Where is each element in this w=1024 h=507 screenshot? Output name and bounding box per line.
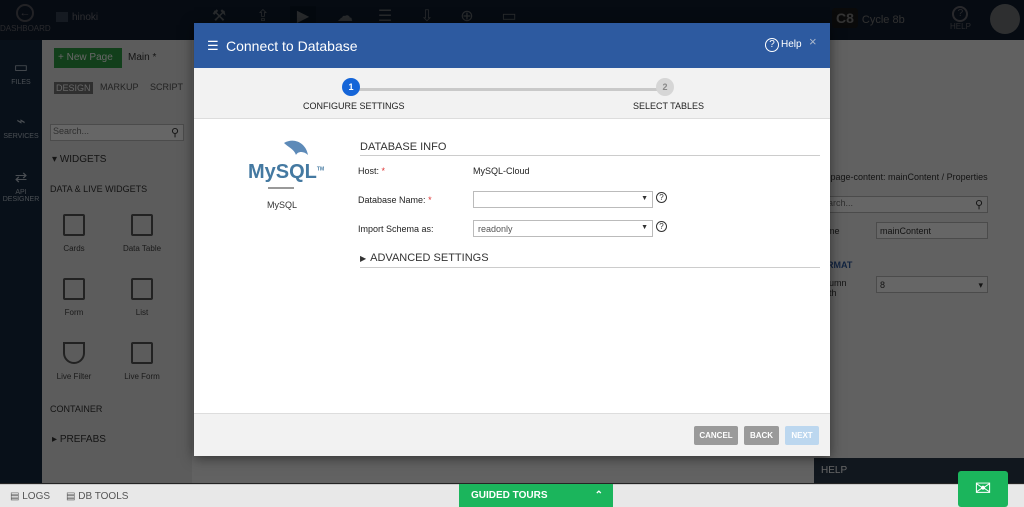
- search-icon: ⚲: [974, 199, 983, 211]
- guided-tours-button[interactable]: GUIDED TOURS ⌃: [459, 484, 613, 507]
- section-data-live: DATA & LIVE WIDGETS: [50, 184, 148, 194]
- db-tools-button[interactable]: ▤ DB TOOLS: [66, 491, 128, 502]
- host-value: MySQL-Cloud: [473, 166, 530, 176]
- mysql-logo-text: MySQL: [248, 161, 317, 183]
- database-name-help-icon[interactable]: ?: [656, 192, 667, 203]
- api-icon: ⇄: [14, 169, 28, 186]
- chevron-up-icon: ⌃: [594, 490, 603, 501]
- folder-icon: ▭: [13, 59, 29, 76]
- tab-design[interactable]: DESIGN: [54, 82, 93, 94]
- connect-database-modal: ☰ Connect to Database ? Help × 1 2 CONFIG…: [194, 23, 830, 456]
- mail-icon: ✉: [974, 478, 992, 500]
- import-schema-select[interactable]: readonly ▼: [473, 220, 653, 237]
- widget-data-table[interactable]: Data Table: [112, 214, 172, 253]
- list-icon: [131, 278, 153, 300]
- help-link[interactable]: ? Help: [765, 38, 802, 52]
- prefabs-header[interactable]: ▸ PREFABS: [52, 434, 106, 445]
- modal-header: ☰ Connect to Database ? Help ×: [194, 23, 830, 68]
- cancel-button[interactable]: CANCEL: [694, 426, 738, 445]
- chevron-down-icon: ▼: [641, 195, 648, 202]
- page-tab-main[interactable]: Main *: [128, 52, 156, 63]
- caret-right-icon: ▶: [360, 254, 367, 263]
- database-name-label: Database Name: *: [358, 195, 432, 205]
- widgets-header[interactable]: ▾ WIDGETS: [52, 154, 106, 165]
- database-icon: ☰: [207, 38, 219, 53]
- tab-script[interactable]: SCRIPT: [150, 82, 183, 92]
- widget-live-filter[interactable]: Live Filter: [44, 342, 104, 381]
- search-icon: ⚲: [170, 127, 179, 139]
- nav-services[interactable]: ⌁ SERVICES: [0, 112, 42, 140]
- widgets-panel: + New Page Main * DESIGN MARKUP SCRIPT S…: [42, 40, 192, 483]
- help-icon: ?: [765, 38, 779, 52]
- advanced-settings-toggle[interactable]: ▶ ADVANCED SETTINGS: [360, 252, 820, 268]
- filter-icon: [63, 342, 85, 364]
- properties-panel: m-page-content: mainContent / Properties…: [814, 40, 1024, 483]
- nav-files[interactable]: ▭ FILES: [0, 58, 42, 86]
- properties-breadcrumb: m-page-content: mainContent / Properties: [820, 172, 988, 182]
- tab-markup[interactable]: MARKUP: [100, 82, 139, 92]
- left-nav: ▭ FILES ⌁ SERVICES ⇄ API DESIGNER: [0, 40, 42, 483]
- section-container: CONTAINER: [50, 404, 103, 414]
- cards-icon: [63, 214, 85, 236]
- db-tools-icon: ▤: [66, 491, 79, 502]
- widget-live-form[interactable]: Live Form: [112, 342, 172, 381]
- wizard-steps: 1 2 CONFIGURE SETTINGS SELECT TABLES: [194, 68, 830, 119]
- step-1-indicator: 1: [342, 78, 360, 96]
- logs-button[interactable]: ▤ LOGS: [10, 491, 50, 502]
- live-form-icon: [131, 342, 153, 364]
- table-icon: [131, 214, 153, 236]
- step-2-label: SELECT TABLES: [633, 101, 705, 111]
- modal-footer: CANCEL BACK NEXT: [194, 413, 830, 456]
- back-button[interactable]: BACK: [744, 426, 779, 445]
- mail-button[interactable]: ✉: [958, 471, 1008, 507]
- widget-form[interactable]: Form: [44, 278, 104, 317]
- new-page-button[interactable]: + New Page: [54, 48, 122, 68]
- properties-search-input[interactable]: earch... ⚲: [820, 196, 988, 213]
- database-name-select[interactable]: ▼: [473, 191, 653, 208]
- step-track: [352, 88, 664, 91]
- widget-list[interactable]: List: [112, 278, 172, 317]
- widget-search-input[interactable]: Search... ⚲: [50, 124, 184, 141]
- chevron-down-icon: ▾: [978, 280, 983, 290]
- step-1-label: CONFIGURE SETTINGS: [303, 101, 405, 111]
- section-database-info: DATABASE INFO: [360, 141, 820, 156]
- name-field[interactable]: mainContent: [876, 222, 988, 239]
- chevron-down-icon: ▼: [641, 224, 648, 231]
- import-schema-label: Import Schema as:: [358, 224, 434, 234]
- import-schema-help-icon[interactable]: ?: [656, 221, 667, 232]
- plug-icon: ⌁: [16, 113, 26, 130]
- close-icon[interactable]: ×: [809, 34, 817, 49]
- column-width-select[interactable]: 8 ▾: [876, 276, 988, 293]
- widget-cards[interactable]: Cards: [44, 214, 104, 253]
- step-2-indicator: 2: [656, 78, 674, 96]
- modal-title: Connect to Database: [226, 38, 358, 54]
- host-label: Host: *: [358, 166, 386, 176]
- next-button[interactable]: NEXT: [785, 426, 819, 445]
- db-type-label: MySQL: [267, 200, 298, 210]
- form-icon: [63, 278, 85, 300]
- nav-api-designer[interactable]: ⇄ API DESIGNER: [0, 168, 42, 203]
- logs-icon: ▤: [10, 491, 23, 502]
